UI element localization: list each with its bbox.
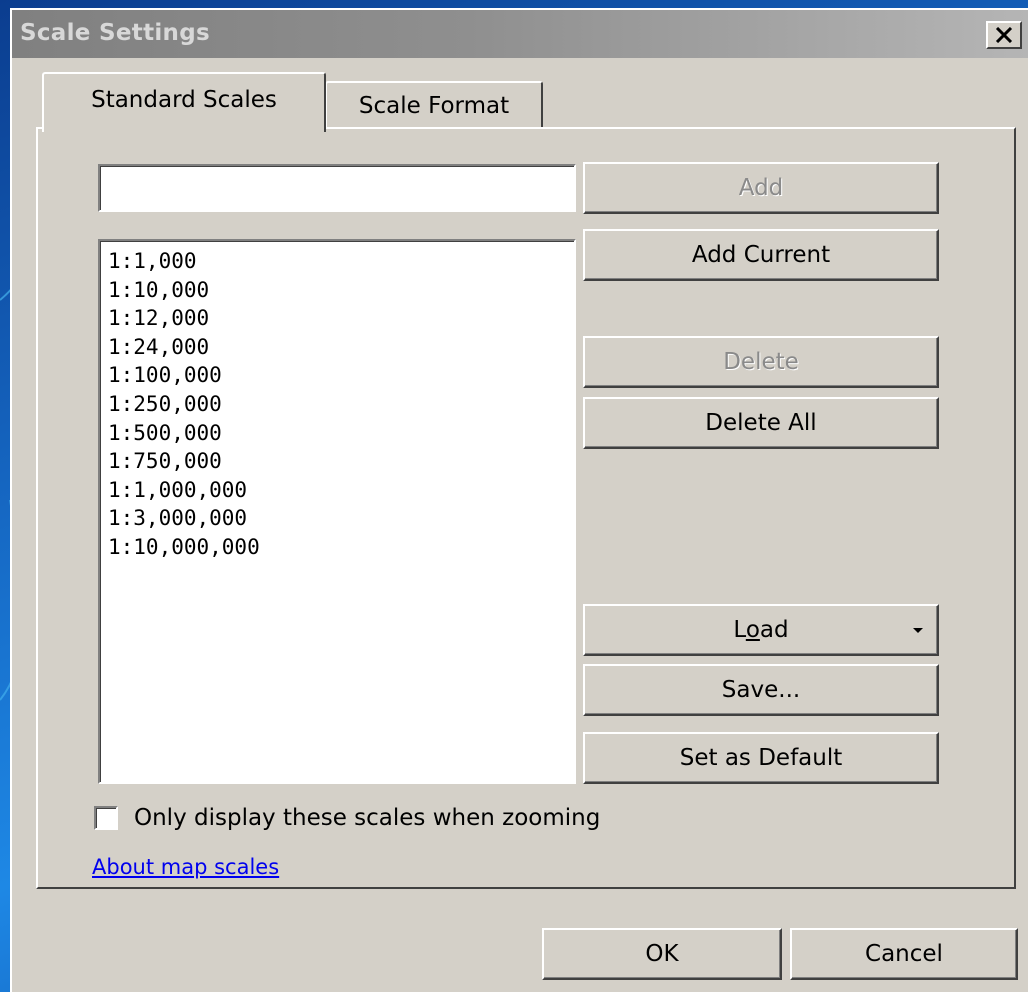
- zoom-only-label: Only display these scales when zooming: [134, 805, 601, 831]
- standard-scales-panel: 1:1,000 1:10,000 1:12,000 1:24,000 1:100,000…: [36, 127, 1016, 889]
- tab-standard-scales[interactable]: Standard Scales: [42, 72, 326, 132]
- dialog-title: Scale Settings: [20, 20, 210, 46]
- close-x-icon: [995, 27, 1013, 43]
- close-button[interactable]: [986, 21, 1022, 49]
- tab-scale-format[interactable]: Scale Format: [325, 81, 543, 129]
- delete-all-button[interactable]: Delete All: [583, 397, 939, 449]
- scale-list-item[interactable]: 1:12,000: [108, 304, 566, 333]
- scale-list-item[interactable]: 1:1,000: [108, 247, 566, 276]
- scale-list-item[interactable]: 1:1,000,000: [108, 476, 566, 505]
- zoom-option-row[interactable]: Only display these scales when zooming: [94, 805, 600, 831]
- scale-list[interactable]: 1:1,000 1:10,000 1:12,000 1:24,000 1:100,000…: [98, 239, 576, 784]
- zoom-only-checkbox[interactable]: [94, 806, 118, 830]
- dropdown-arrow-icon: [913, 628, 923, 633]
- scale-list-item[interactable]: 1:24,000: [108, 333, 566, 362]
- scale-list-item[interactable]: 1:10,000: [108, 276, 566, 305]
- cancel-button[interactable]: Cancel: [790, 928, 1018, 980]
- title-bar[interactable]: Scale Settings: [12, 10, 1028, 58]
- scale-list-item[interactable]: 1:3,000,000: [108, 504, 566, 533]
- scale-list-item[interactable]: 1:10,000,000: [108, 533, 566, 562]
- save-button[interactable]: Save...: [583, 664, 939, 716]
- add-button[interactable]: Add: [583, 162, 939, 214]
- ok-button[interactable]: OK: [542, 928, 782, 980]
- set-as-default-button[interactable]: Set as Default: [583, 732, 939, 784]
- scale-list-item[interactable]: 1:250,000: [108, 390, 566, 419]
- add-current-button[interactable]: Add Current: [583, 229, 939, 281]
- load-button-label: Load: [733, 617, 789, 643]
- scale-list-item[interactable]: 1:100,000: [108, 361, 566, 390]
- scale-list-item[interactable]: 1:500,000: [108, 419, 566, 448]
- scale-input[interactable]: [98, 164, 576, 212]
- scale-list-item[interactable]: 1:750,000: [108, 447, 566, 476]
- delete-button[interactable]: Delete: [583, 336, 939, 388]
- about-map-scales-link[interactable]: About map scales: [92, 855, 279, 879]
- scale-settings-dialog: Scale Settings Standard Scales Scale For…: [10, 8, 1028, 992]
- load-button[interactable]: Load: [583, 604, 939, 656]
